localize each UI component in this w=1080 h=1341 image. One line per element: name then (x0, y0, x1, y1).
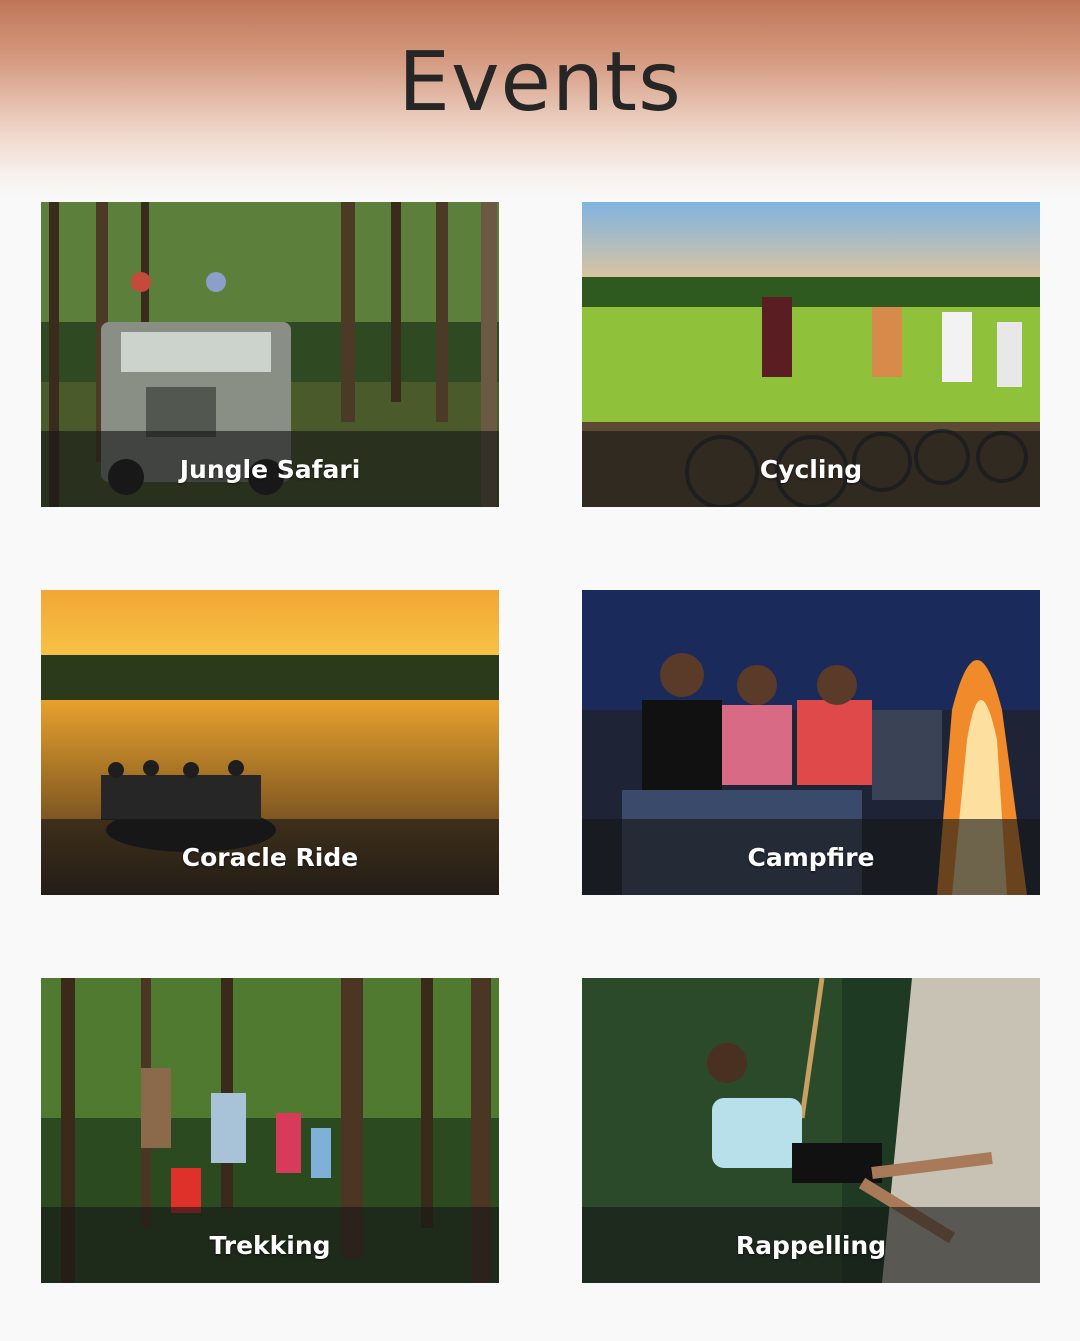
event-label: Cycling (759, 454, 863, 484)
event-card-rappelling[interactable]: Rappelling (582, 978, 1040, 1283)
event-label: Jungle Safari (179, 454, 361, 484)
caption-bar: Coracle Ride (41, 819, 499, 895)
event-card-jungle-safari[interactable]: Jungle Safari (41, 202, 499, 507)
page-header: Events (0, 0, 1080, 200)
page-title: Events (398, 35, 682, 130)
caption-bar: Trekking (41, 1207, 499, 1283)
event-label: Trekking (209, 1230, 331, 1260)
event-card-cycling[interactable]: Cycling (582, 202, 1040, 507)
event-card-trekking[interactable]: Trekking (41, 978, 499, 1283)
event-card-campfire[interactable]: Campfire (582, 590, 1040, 895)
caption-bar: Jungle Safari (41, 431, 499, 507)
event-card-coracle-ride[interactable]: Coracle Ride (41, 590, 499, 895)
event-label: Campfire (747, 842, 875, 872)
caption-bar: Rappelling (582, 1207, 1040, 1283)
caption-bar: Cycling (582, 431, 1040, 507)
event-label: Rappelling (735, 1230, 887, 1260)
event-label: Coracle Ride (181, 842, 359, 872)
caption-bar: Campfire (582, 819, 1040, 895)
